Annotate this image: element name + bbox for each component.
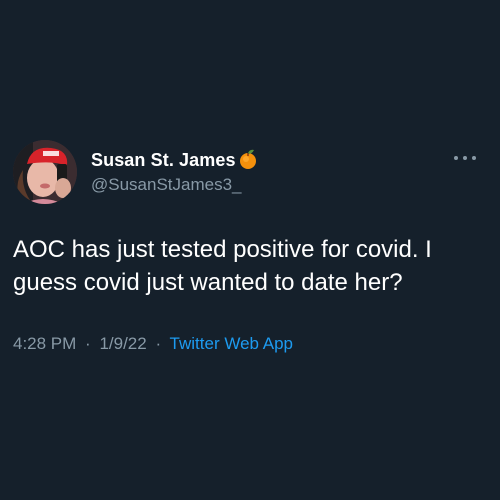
avatar[interactable] bbox=[13, 140, 77, 204]
more-dot-icon bbox=[472, 156, 476, 160]
more-dot-icon bbox=[454, 156, 458, 160]
display-name[interactable]: Susan St. James bbox=[91, 150, 236, 171]
tweet-text: AOC has just tested positive for covid. … bbox=[13, 236, 432, 296]
tweet-time[interactable]: 4:28 PM bbox=[13, 334, 76, 353]
author-block[interactable]: Susan St. James @SusanStJames3_ bbox=[91, 148, 258, 195]
tweet-card: Susan St. James @SusanStJames3_ AOC has … bbox=[0, 0, 500, 500]
more-options-button[interactable] bbox=[454, 152, 476, 164]
name-row: Susan St. James bbox=[91, 148, 258, 172]
meta-separator: · bbox=[85, 334, 91, 353]
author-handle[interactable]: @SusanStJames3_ bbox=[91, 175, 258, 195]
tweet-date[interactable]: 1/9/22 bbox=[99, 334, 146, 353]
peach-icon bbox=[238, 148, 258, 170]
avatar-image bbox=[13, 140, 77, 204]
meta-separator: · bbox=[155, 334, 162, 353]
tweet-meta: 4:28 PM · 1/9/22 · Twitter Web App bbox=[13, 334, 293, 354]
tweet-source-link[interactable]: Twitter Web App bbox=[170, 334, 293, 353]
more-dot-icon bbox=[463, 156, 467, 160]
